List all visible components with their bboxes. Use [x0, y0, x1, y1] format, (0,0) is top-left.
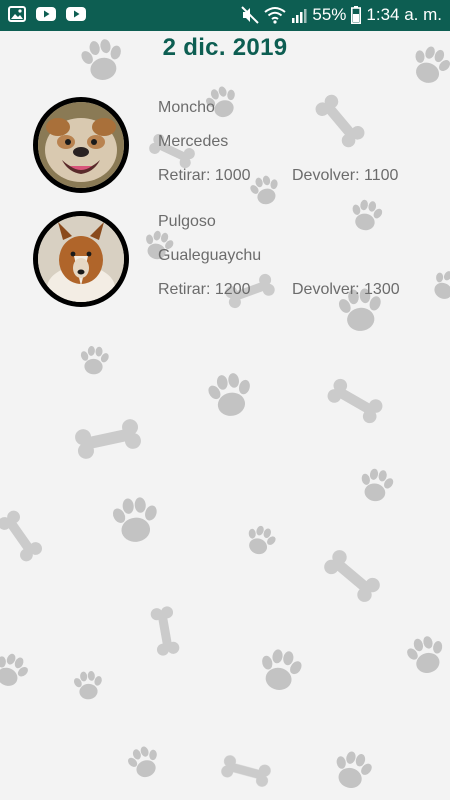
pet-info: Pulgoso Gualeguaychu Retirar: 1200 Devol…: [158, 211, 400, 313]
pickup-time-group: Retirar: 1200: [158, 279, 292, 313]
pickup-time-group: Retirar: 1000: [158, 165, 292, 199]
pet-times: Retirar: 1000 Devolver: 1100: [158, 165, 398, 199]
bulldog-photo: [38, 102, 124, 188]
pickup-time: 1200: [214, 281, 251, 298]
page-title: 2 dic. 2019: [162, 34, 288, 61]
sheltie-photo: [38, 216, 124, 302]
return-time: 1300: [364, 281, 400, 298]
return-time-group: Devolver: 1300: [292, 279, 400, 313]
pickup-label: Retirar:: [158, 281, 211, 298]
return-time-group: Devolver: 1100: [292, 165, 398, 199]
status-bar: 55% 1:34 a. m.: [0, 0, 450, 31]
pet-name: Pulgoso: [158, 213, 216, 230]
avatar: [33, 97, 129, 193]
list-item[interactable]: Moncho Mercedes Retirar: 1000 Devolver: …: [0, 97, 450, 209]
pickup-label: Retirar:: [158, 167, 211, 184]
return-label: Devolver:: [292, 167, 360, 184]
clock: 1:34 a. m.: [366, 5, 442, 24]
signal-icon: [291, 7, 307, 23]
pet-location: Mercedes: [158, 133, 229, 150]
list-item[interactable]: Pulgoso Gualeguaychu Retirar: 1200 Devol…: [0, 211, 450, 323]
battery-percent: 55%: [312, 5, 347, 24]
battery-icon: [351, 6, 362, 24]
pickup-time: 1000: [214, 167, 251, 184]
system-status: 55% 1:34 a. m.: [241, 5, 442, 25]
return-time: 1100: [364, 167, 399, 184]
pet-location: Gualeguaychu: [158, 247, 262, 264]
mute-icon: [241, 6, 260, 24]
avatar: [33, 211, 129, 307]
pet-times: Retirar: 1200 Devolver: 1300: [158, 279, 400, 313]
return-label: Devolver:: [292, 281, 360, 298]
youtube-icon: [66, 6, 86, 22]
pet-info: Moncho Mercedes Retirar: 1000 Devolver: …: [158, 97, 398, 199]
wifi-icon: [264, 6, 286, 24]
image-icon: [8, 6, 26, 22]
youtube-icon: [36, 6, 56, 22]
pet-name: Moncho: [158, 99, 215, 116]
notification-icons: [8, 6, 86, 22]
